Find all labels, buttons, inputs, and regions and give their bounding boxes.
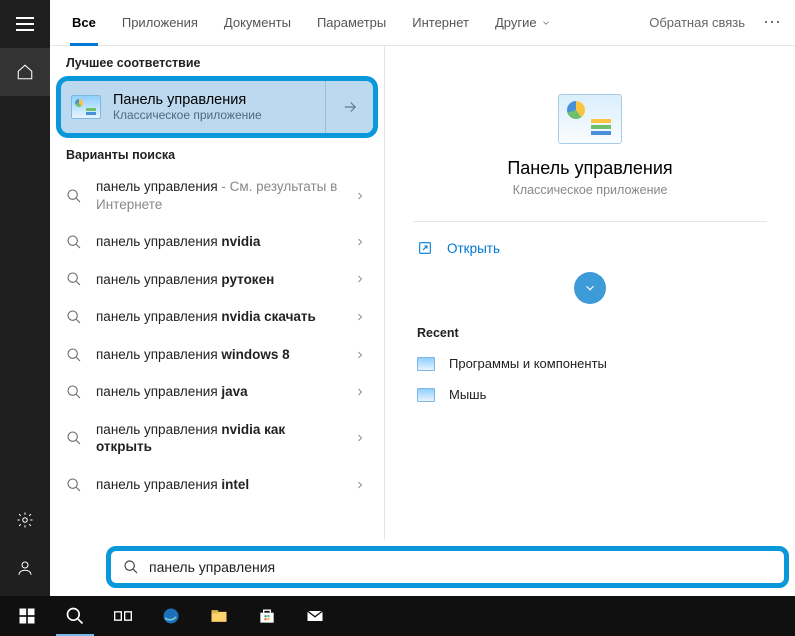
- search-icon: [66, 430, 82, 446]
- hamburger-button[interactable]: [0, 0, 50, 48]
- tab-Все[interactable]: Все: [60, 0, 108, 46]
- preview-app-icon: [558, 94, 622, 144]
- chevron-right-icon: [354, 235, 368, 249]
- chevron-right-icon: [354, 310, 368, 324]
- tab-Интернет[interactable]: Интернет: [400, 0, 481, 46]
- recent-item-label: Программы и компоненты: [449, 356, 607, 371]
- taskbar-edge[interactable]: [148, 596, 194, 636]
- home-button[interactable]: [0, 48, 50, 96]
- left-rail: [0, 0, 50, 596]
- search-icon: [66, 234, 82, 250]
- preview-pane: Панель управления Классическое приложени…: [384, 46, 795, 540]
- open-label: Открыть: [447, 241, 500, 256]
- task-view-button[interactable]: [100, 596, 146, 636]
- suggestion-text: панель управления - См. результаты в Инт…: [96, 178, 340, 213]
- suggestion-item[interactable]: панель управления nvidia как открыть: [50, 411, 384, 466]
- more-options-button[interactable]: ⋯: [755, 12, 789, 33]
- tabs-row: ВсеПриложенияДокументыПараметрыИнтернетД…: [50, 0, 795, 46]
- suggestion-text: панель управления рутокен: [96, 271, 340, 289]
- preview-title: Панель управления: [413, 158, 767, 179]
- chevron-right-icon: [354, 272, 368, 286]
- suggestion-item[interactable]: панель управления java: [50, 373, 384, 411]
- suggestion-item[interactable]: панель управления nvidia: [50, 223, 384, 261]
- search-icon: [66, 309, 82, 325]
- search-icon: [66, 271, 82, 287]
- search-icon: [66, 347, 82, 363]
- best-match-result[interactable]: Панель управления Классическое приложени…: [56, 76, 378, 138]
- feedback-link[interactable]: Обратная связь: [639, 15, 755, 30]
- suggestion-item[interactable]: панель управления - См. результаты в Инт…: [50, 168, 384, 223]
- open-icon: [417, 240, 433, 256]
- control-panel-icon: [71, 95, 101, 119]
- variants-label: Варианты поиска: [50, 138, 384, 168]
- chevron-right-icon: [354, 385, 368, 399]
- results-pane: Лучшее соответствие Панель управления Кл…: [50, 46, 384, 540]
- search-icon: [123, 559, 139, 575]
- best-match-label: Лучшее соответствие: [50, 46, 384, 76]
- recent-item-icon: [417, 357, 435, 371]
- chevron-right-icon: [354, 189, 368, 203]
- best-match-title: Панель управления: [113, 92, 262, 108]
- suggestion-text: панель управления windows 8: [96, 346, 340, 364]
- suggestion-item[interactable]: панель управления рутокен: [50, 261, 384, 299]
- recent-item[interactable]: Мышь: [413, 379, 767, 410]
- search-box[interactable]: [106, 546, 789, 588]
- tab-Документы[interactable]: Документы: [212, 0, 303, 46]
- chevron-right-icon: [354, 478, 368, 492]
- search-input[interactable]: [149, 559, 772, 575]
- open-action[interactable]: Открыть: [413, 230, 767, 266]
- recent-item-icon: [417, 388, 435, 402]
- taskbar-store[interactable]: [244, 596, 290, 636]
- suggestion-text: панель управления nvidia скачать: [96, 308, 340, 326]
- chevron-right-icon: [354, 348, 368, 362]
- suggestion-text: панель управления nvidia как открыть: [96, 421, 340, 456]
- expand-more-button[interactable]: [574, 272, 606, 304]
- recent-item[interactable]: Программы и компоненты: [413, 348, 767, 379]
- start-button[interactable]: [4, 596, 50, 636]
- settings-rail-button[interactable]: [0, 496, 50, 544]
- taskbar-search-button[interactable]: [52, 596, 98, 636]
- suggestion-item[interactable]: панель управления nvidia скачать: [50, 298, 384, 336]
- suggestion-item[interactable]: панель управления intel: [50, 466, 384, 504]
- taskbar-mail[interactable]: [292, 596, 338, 636]
- best-match-expand[interactable]: [325, 81, 373, 133]
- search-icon: [66, 188, 82, 204]
- suggestion-item[interactable]: панель управления windows 8: [50, 336, 384, 374]
- suggestion-text: панель управления java: [96, 383, 340, 401]
- recent-item-label: Мышь: [449, 387, 486, 402]
- chevron-right-icon: [354, 431, 368, 445]
- taskbar: [0, 596, 795, 636]
- search-icon: [66, 384, 82, 400]
- suggestion-text: панель управления intel: [96, 476, 340, 494]
- account-rail-button[interactable]: [0, 544, 50, 592]
- recent-label: Recent: [413, 318, 767, 348]
- tab-Другие[interactable]: Другие: [483, 0, 563, 46]
- best-match-subtitle: Классическое приложение: [113, 108, 262, 122]
- tab-Параметры[interactable]: Параметры: [305, 0, 398, 46]
- preview-subtitle: Классическое приложение: [413, 183, 767, 197]
- taskbar-explorer[interactable]: [196, 596, 242, 636]
- suggestion-text: панель управления nvidia: [96, 233, 340, 251]
- tab-Приложения[interactable]: Приложения: [110, 0, 210, 46]
- search-icon: [66, 477, 82, 493]
